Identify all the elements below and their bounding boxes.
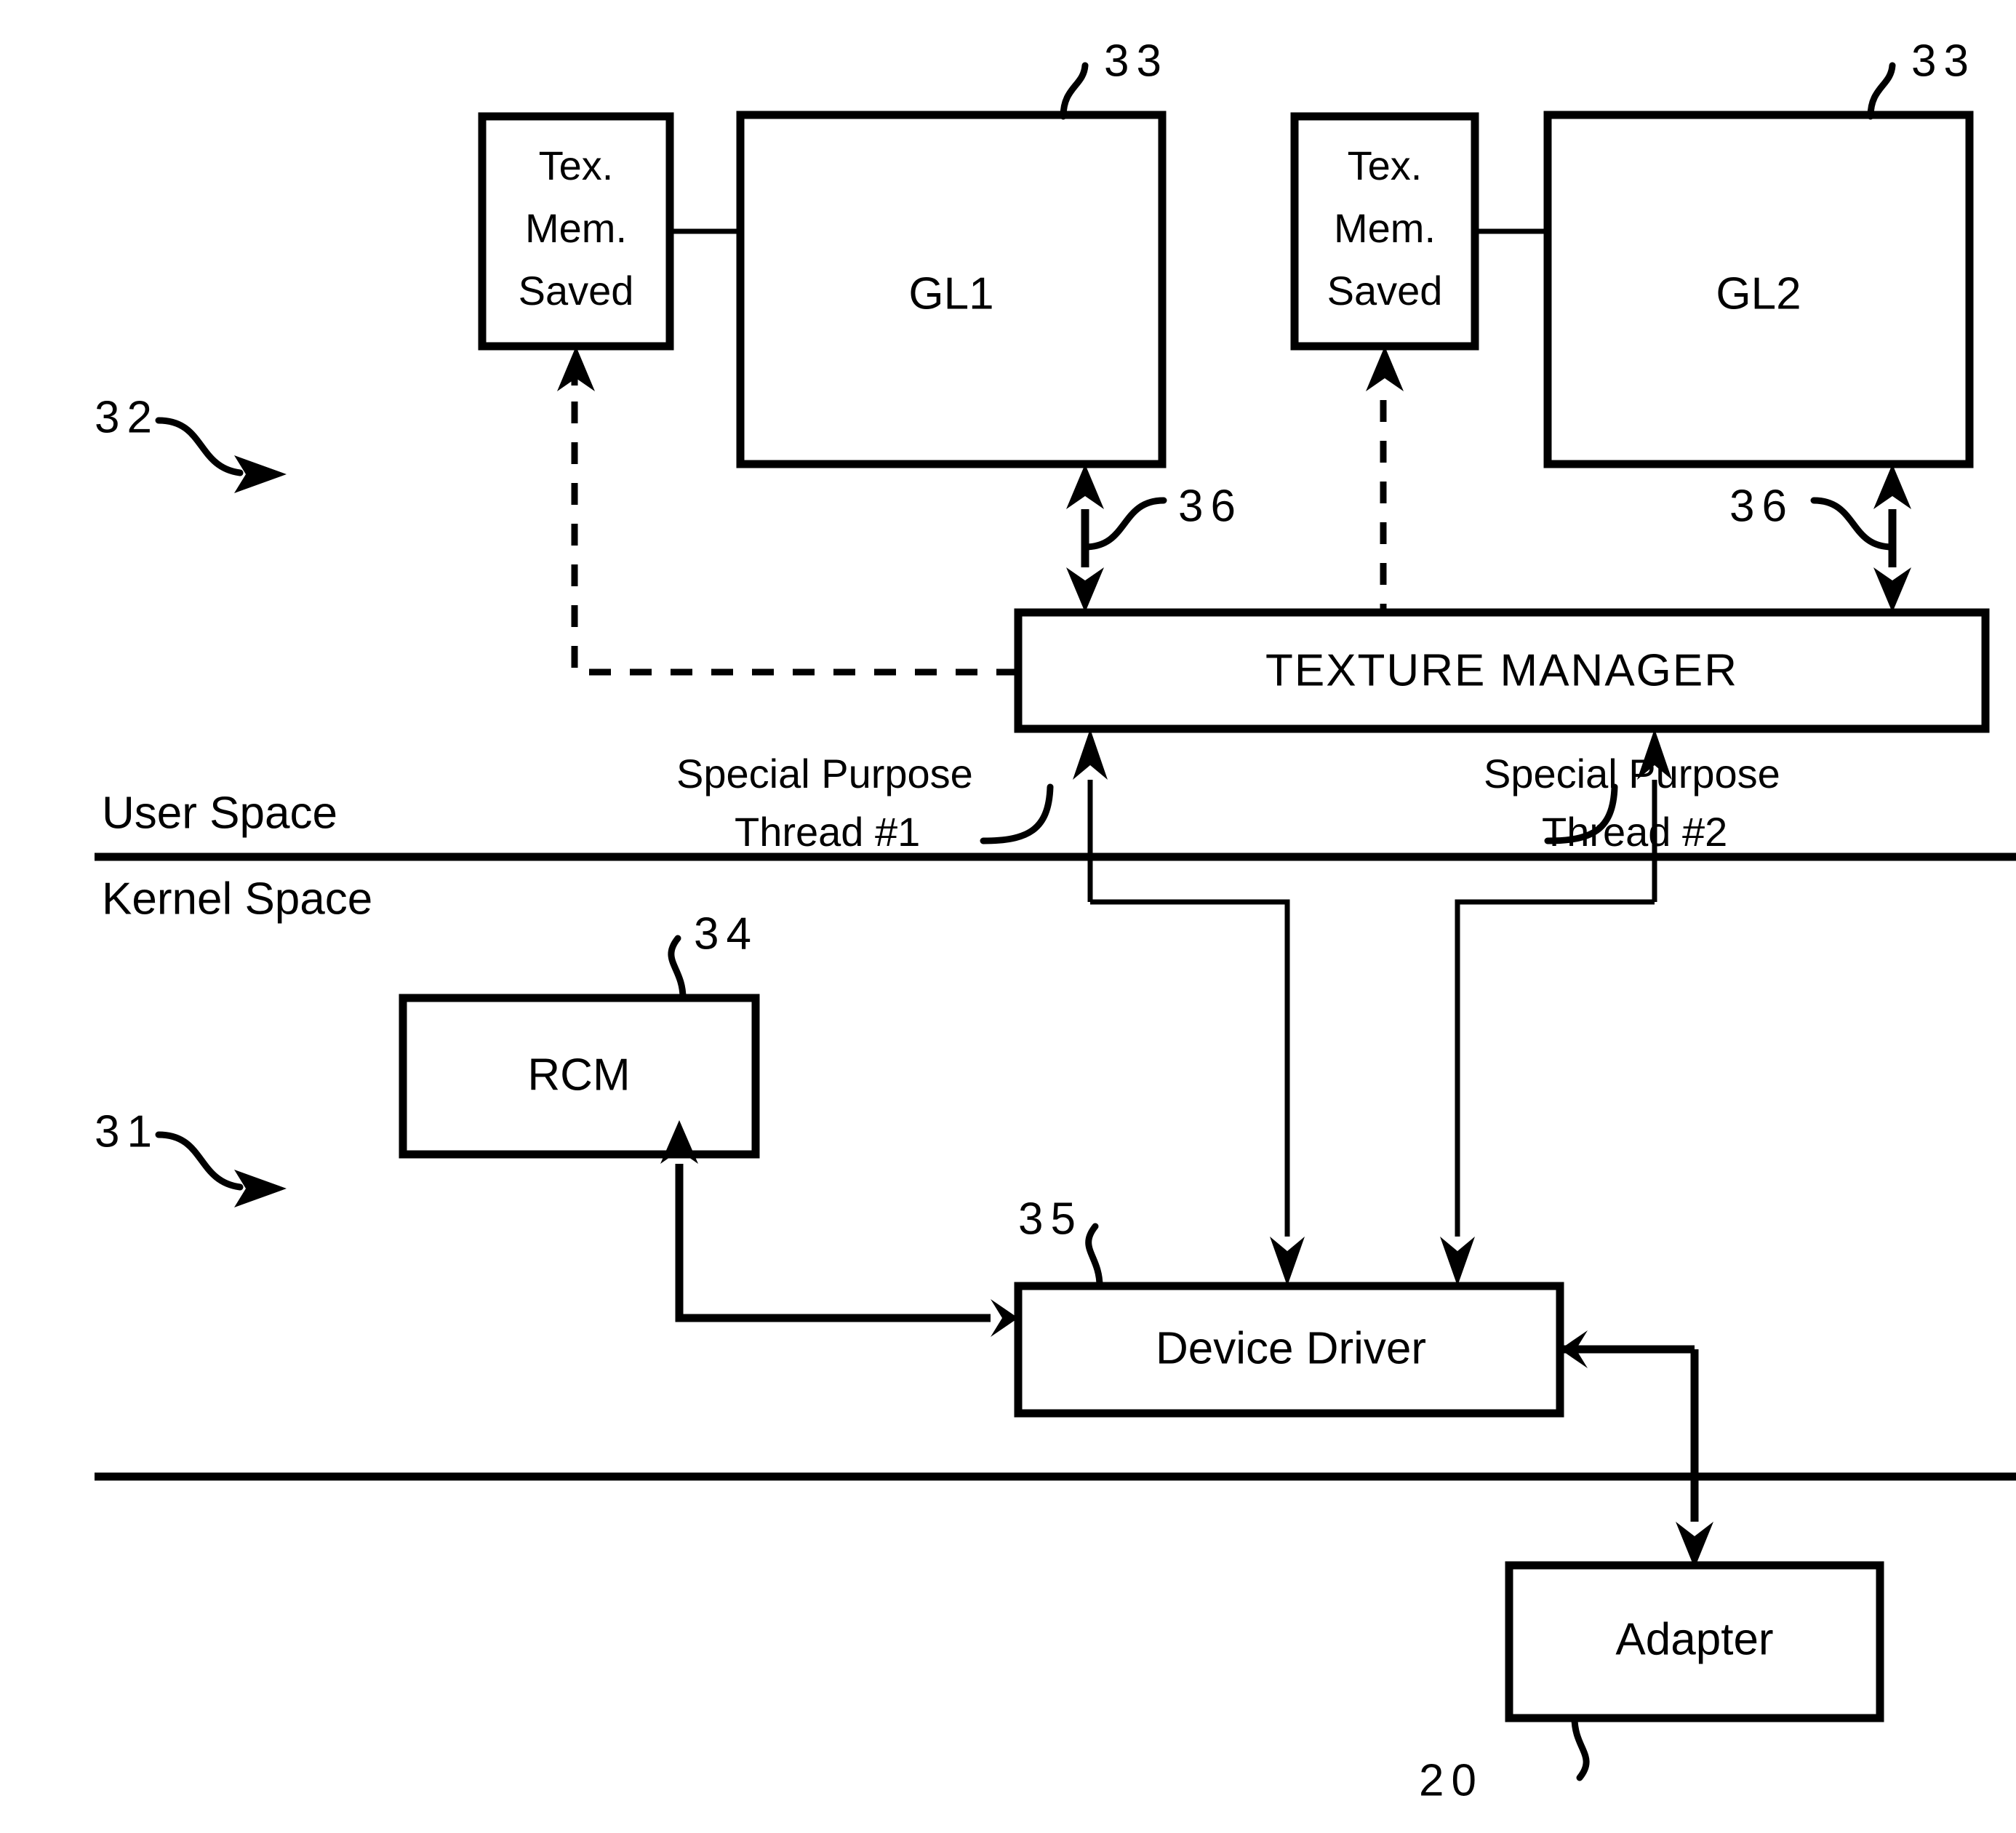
leader-ref36-left xyxy=(1081,497,1167,551)
link-gl2-tm-arrow-up xyxy=(1873,464,1911,509)
thread1-arrowhead-up xyxy=(1073,729,1108,780)
leader-adapter-ref20 xyxy=(1571,1714,1590,1781)
thread1-down-path xyxy=(1090,899,1290,1237)
tm-gl2-link-ref-number: 36 xyxy=(1729,481,1794,531)
rcm-to-devicedriver-path xyxy=(675,1164,991,1322)
adapter-ref-number: 20 xyxy=(1419,1755,1484,1805)
thread1-label-line1: Special Purpose xyxy=(676,751,973,796)
link-gl1-tm-arrow-down xyxy=(1066,567,1104,612)
leader-thread1 xyxy=(980,783,1054,844)
kernel-space-label: Kernel Space xyxy=(102,874,372,924)
tex-mem-saved-2-line3: Saved xyxy=(1327,268,1443,314)
link-gl1-tm-arrow-up xyxy=(1066,464,1104,509)
leader-ref36-right xyxy=(1810,497,1896,551)
thread2-label-line2: Thread #2 xyxy=(1542,809,1727,855)
gl2-label: GL2 xyxy=(1716,268,1801,319)
thread2-down-path xyxy=(1455,899,1655,1237)
adapter-input-arrowhead xyxy=(1676,1522,1713,1568)
link-gl2-tm-arrow-down xyxy=(1873,567,1911,612)
device-driver-ref-number: 35 xyxy=(1018,1194,1083,1244)
texture-manager-label: TEXTURE MANAGER xyxy=(1265,645,1738,695)
tm-gl1-link-ref-number: 36 xyxy=(1178,481,1243,531)
tex-mem-saved-1-line3: Saved xyxy=(519,268,634,314)
thread2-arrowhead-down xyxy=(1440,1237,1475,1286)
rcm-to-devicedriver-arrowhead xyxy=(991,1299,1018,1337)
leader-ref32 xyxy=(155,417,244,476)
user-space-ref-number: 32 xyxy=(95,392,159,442)
dashed-arrowhead-texmem2 xyxy=(1366,346,1404,391)
tex-mem-saved-2-line1: Tex. xyxy=(1348,143,1423,188)
thread1-arrowhead-down xyxy=(1270,1237,1305,1286)
leader-gl2-ref33 xyxy=(1867,62,1896,120)
thread2-label-line1: Special Purpose xyxy=(1484,751,1780,796)
thread1-label-line2: Thread #1 xyxy=(735,809,920,855)
gl1-ref-number: 33 xyxy=(1104,36,1169,86)
tex-mem-saved-2-line2: Mem. xyxy=(1334,205,1436,251)
device-driver-label: Device Driver xyxy=(1156,1323,1426,1373)
tex-mem-saved-1-line2: Mem. xyxy=(525,205,627,251)
leader-devicedriver-ref35 xyxy=(1085,1223,1103,1290)
kernel-space-ref-number: 31 xyxy=(95,1106,159,1157)
leader-rcm-ref34 xyxy=(668,935,687,1002)
leader-gl1-ref33 xyxy=(1060,62,1089,120)
rcm-ref-number: 34 xyxy=(694,908,759,959)
user-space-label: User Space xyxy=(102,788,337,838)
gl2-ref-number: 33 xyxy=(1911,36,1976,86)
figure-canvas: Tex. Mem. Saved GL1 33 Tex. Mem. Saved G… xyxy=(0,0,2016,1833)
adapter-label: Adapter xyxy=(1615,1614,1773,1664)
diagram-svg: Tex. Mem. Saved GL1 33 Tex. Mem. Saved G… xyxy=(95,36,2016,1805)
tex-mem-saved-1-line1: Tex. xyxy=(539,143,614,188)
rcm-label: RCM xyxy=(527,1050,630,1100)
leader-ref31 xyxy=(155,1131,244,1191)
gl1-label: GL1 xyxy=(908,268,993,319)
